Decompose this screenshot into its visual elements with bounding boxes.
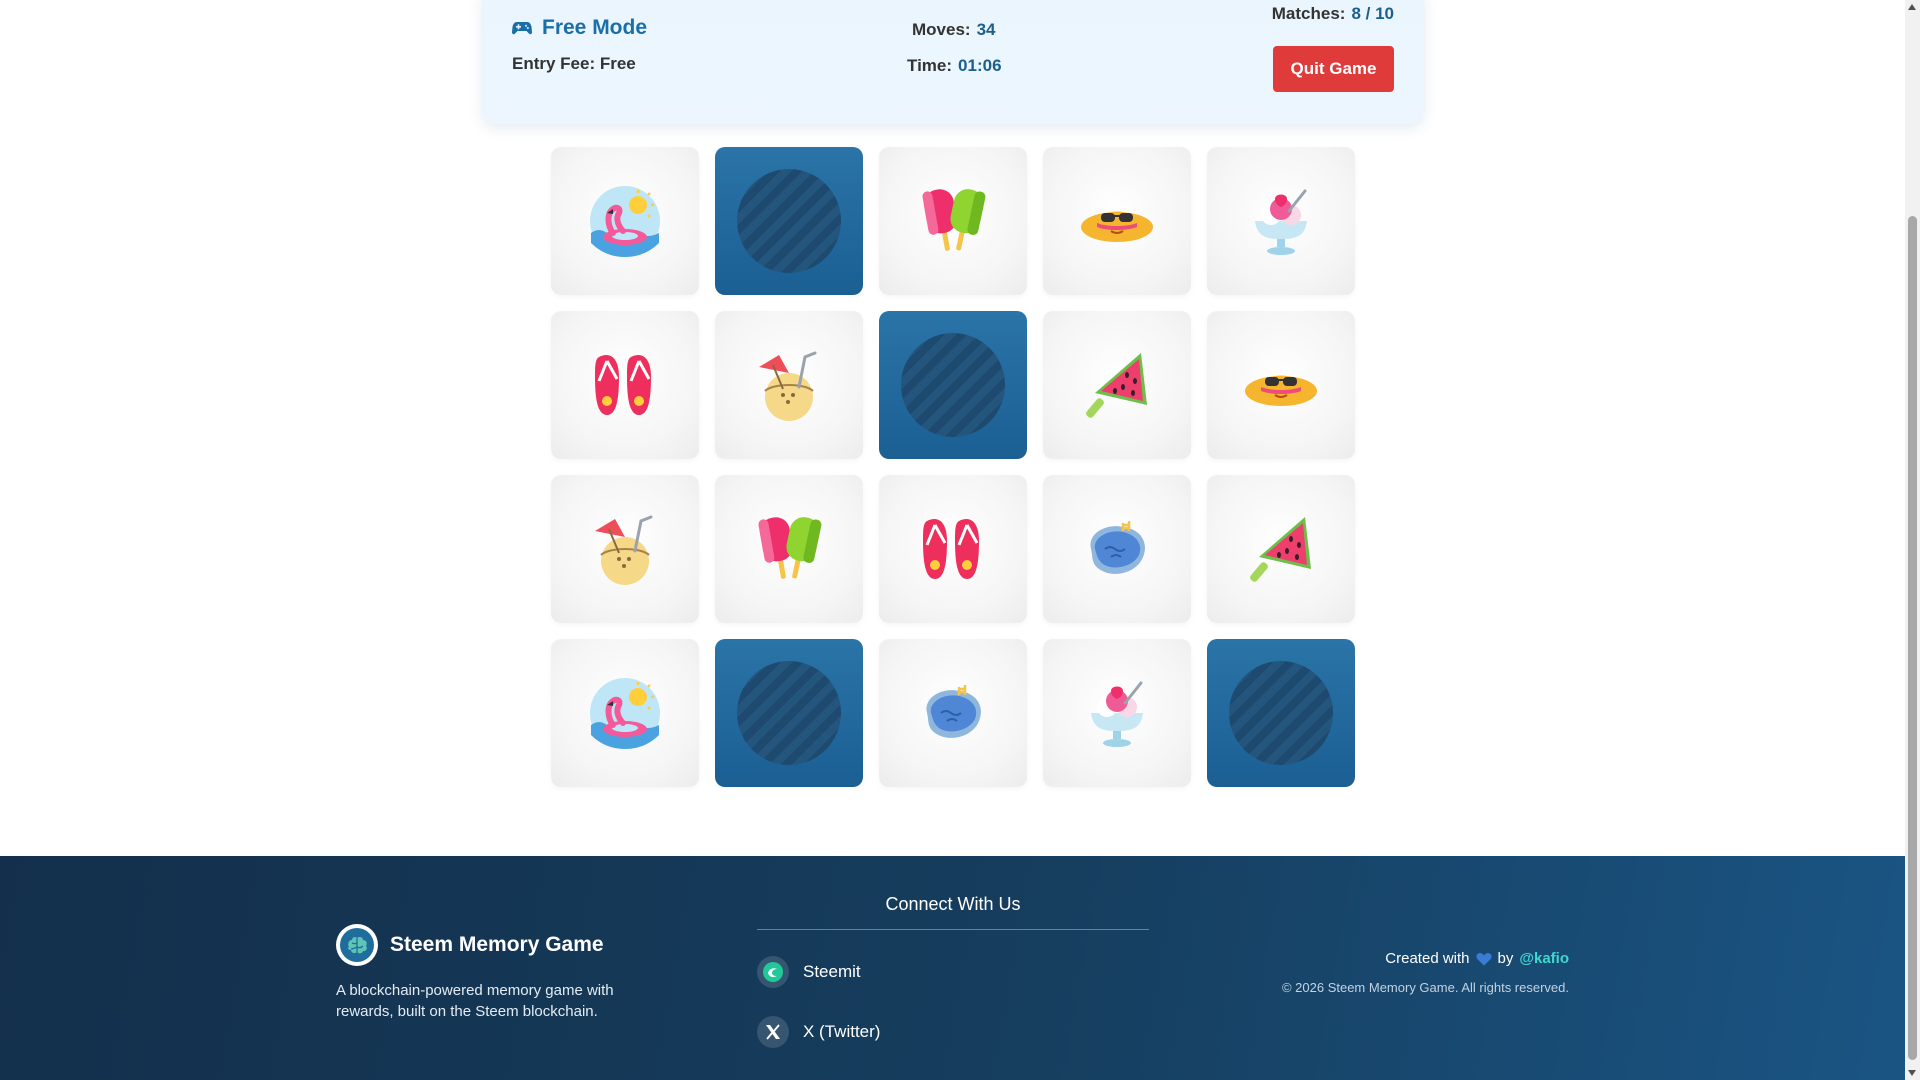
game-mode: Free Mode [512, 16, 647, 40]
coconut-drink-icon [759, 351, 817, 421]
card-face-down[interactable] [879, 311, 1027, 459]
sunhat-icon [1081, 211, 1153, 242]
site-footer: Steem Memory Game A blockchain-powered m… [0, 856, 1920, 1080]
time-value: 01:06 [958, 56, 1002, 75]
pool-icon [926, 685, 981, 738]
card-face-up[interactable] [715, 311, 863, 459]
card-face-down[interactable] [1207, 639, 1355, 787]
connect-title: Connect With Us [757, 894, 1149, 930]
by-label: by [1497, 950, 1514, 967]
x-twitter-link[interactable]: X (Twitter) [757, 1016, 880, 1048]
scroll-down-arrow-icon[interactable] [1908, 1070, 1916, 1076]
author-link[interactable]: @kafio [1519, 950, 1569, 967]
scrollbar-thumb[interactable] [1908, 216, 1917, 1060]
mode-label: Free Mode [542, 16, 648, 39]
card-back-pattern [737, 661, 841, 765]
steemit-label: Steemit [803, 962, 861, 981]
watermelon-popsicle-icon [1250, 517, 1311, 582]
ice-cream-sundae-icon [1255, 189, 1307, 255]
coconut-drink-icon [595, 515, 653, 585]
pool-icon [1090, 521, 1145, 574]
popsicles-icon [758, 517, 822, 579]
card-face-up[interactable] [879, 639, 1027, 787]
moves-value: 34 [976, 20, 996, 39]
quit-game-button[interactable]: Quit Game [1273, 46, 1394, 92]
footer-brand: Steem Memory Game [336, 924, 604, 966]
flamingo-float-icon [590, 186, 660, 257]
x-twitter-label: X (Twitter) [803, 1022, 881, 1041]
steemit-link[interactable]: Steemit [757, 956, 861, 988]
time-label: Time: [907, 56, 953, 75]
scroll-up-arrow-icon[interactable] [1908, 4, 1916, 10]
card-back-pattern [1229, 661, 1333, 765]
memory-board [551, 147, 1355, 787]
card-face-up[interactable] [1207, 311, 1355, 459]
brain-logo-icon [336, 924, 378, 966]
card-face-up[interactable] [1043, 475, 1191, 623]
sunhat-icon [1245, 375, 1317, 406]
moves-label: Moves: [912, 20, 971, 39]
footer-brand-description: A blockchain-powered memory game with re… [336, 982, 614, 1020]
ice-cream-sundae-icon [1091, 681, 1143, 747]
matches-counter: Matches: 8 / 10 [1272, 4, 1394, 24]
steemit-icon [757, 956, 789, 988]
heart-icon [1475, 952, 1492, 965]
card-face-up[interactable] [879, 147, 1027, 295]
created-with-label: Created with [1385, 950, 1470, 967]
flamingo-float-icon [590, 678, 660, 749]
card-back-pattern [901, 333, 1005, 437]
card-face-up[interactable] [1043, 639, 1191, 787]
card-face-down[interactable] [715, 639, 863, 787]
game-status-panel: Free Mode Entry Fee: Free Moves: 34 Time:… [482, 0, 1424, 124]
card-face-up[interactable] [551, 475, 699, 623]
gamepad-icon [512, 22, 532, 35]
card-face-up[interactable] [1043, 311, 1191, 459]
copyright-text: © 2026 Steem Memory Game. All rights res… [1281, 980, 1569, 995]
popsicles-icon [922, 189, 986, 251]
flip-flops-icon [923, 519, 979, 579]
card-face-up[interactable] [551, 311, 699, 459]
timer: Time: 01:06 [907, 56, 1002, 76]
card-face-up[interactable] [551, 639, 699, 787]
matches-value: 8 / 10 [1351, 4, 1394, 23]
entry-fee: Entry Fee: Free [512, 54, 636, 73]
footer-brand-name: Steem Memory Game [390, 933, 604, 956]
x-twitter-icon [757, 1016, 789, 1048]
flip-flops-icon [595, 355, 651, 415]
watermelon-popsicle-icon [1086, 353, 1147, 418]
card-face-up[interactable] [715, 475, 863, 623]
page-scrollbar[interactable] [1905, 0, 1920, 1080]
footer-credit: Created with by @kafio [1385, 950, 1569, 967]
card-back-pattern [737, 169, 841, 273]
card-face-up[interactable] [1207, 147, 1355, 295]
matches-label: Matches: [1271, 4, 1346, 23]
card-face-up[interactable] [1207, 475, 1355, 623]
moves-counter: Moves: 34 [912, 20, 996, 40]
card-face-up[interactable] [1043, 147, 1191, 295]
card-face-down[interactable] [715, 147, 863, 295]
card-face-up[interactable] [879, 475, 1027, 623]
card-face-up[interactable] [551, 147, 699, 295]
